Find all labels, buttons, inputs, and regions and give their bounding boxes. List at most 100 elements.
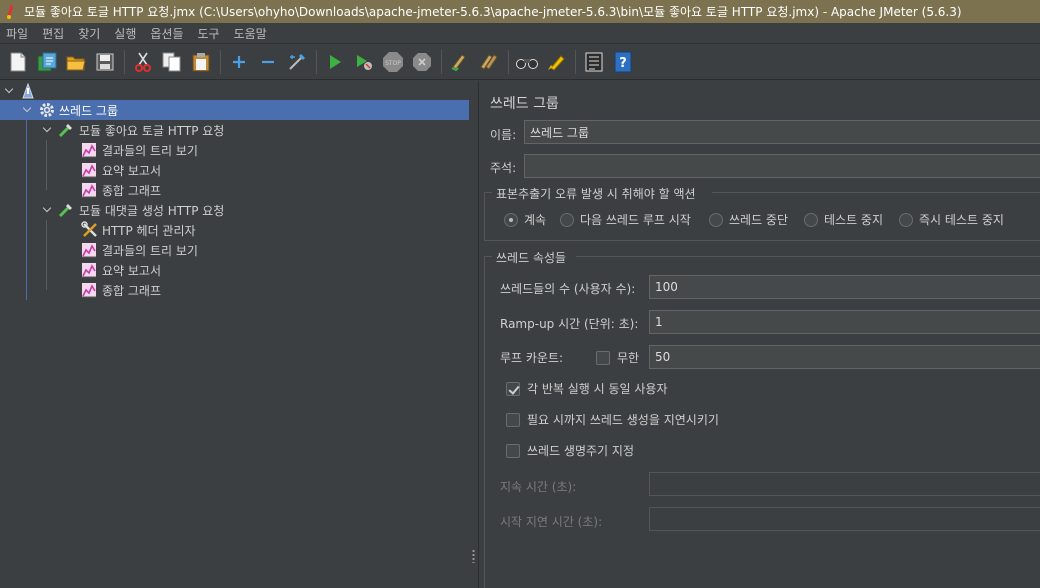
new-icon[interactable] bbox=[6, 50, 29, 73]
duration-field[interactable] bbox=[649, 472, 1040, 496]
checkbox-indicator[interactable] bbox=[506, 381, 520, 396]
stop-icon[interactable]: STOP bbox=[381, 50, 404, 73]
tree-node-label: 요약 보고서 bbox=[102, 163, 162, 178]
graph-listener-icon bbox=[81, 162, 97, 178]
delay-thread-creation-checkbox[interactable]: 필요 시까지 쓰레드 생성을 지연시키기 bbox=[506, 411, 719, 428]
menu-tools[interactable]: 도구 bbox=[196, 25, 228, 42]
section-border bbox=[484, 240, 1040, 241]
paste-icon[interactable] bbox=[189, 50, 212, 73]
radio-label: 계속 bbox=[524, 213, 547, 227]
thread-count-field[interactable]: 100 bbox=[649, 275, 1040, 299]
graph-listener-icon bbox=[81, 182, 97, 198]
expand-icon[interactable] bbox=[227, 50, 250, 73]
open-icon[interactable] bbox=[64, 50, 87, 73]
tree-node-header-manager[interactable]: HTTP 헤더 관리자 bbox=[81, 220, 196, 240]
radio-indicator[interactable] bbox=[504, 212, 518, 227]
infinite-checkbox[interactable]: 무한 bbox=[596, 349, 639, 366]
toggle-icon[interactable] bbox=[285, 50, 308, 73]
radio-indicator[interactable] bbox=[899, 212, 913, 227]
tree-guide-line bbox=[26, 120, 27, 300]
tree-node-listener[interactable]: 결과들의 트리 보기 bbox=[81, 140, 198, 160]
reset-search-icon[interactable] bbox=[544, 50, 567, 73]
shutdown-icon[interactable] bbox=[410, 50, 433, 73]
pipette-icon bbox=[58, 202, 74, 218]
radio-indicator[interactable] bbox=[709, 212, 723, 227]
window-titlebar: 모듈 좋아요 토글 HTTP 요청.jmx (C:\Users\ohyho\Do… bbox=[0, 0, 1040, 23]
menu-help[interactable]: 도움말 bbox=[232, 25, 275, 42]
radio-stop-test-now[interactable]: 즉시 테스트 중지 bbox=[899, 211, 1004, 228]
chevron-down-icon[interactable] bbox=[22, 105, 32, 115]
chevron-down-icon[interactable] bbox=[42, 205, 52, 215]
checkbox-indicator[interactable] bbox=[506, 412, 520, 427]
templates-icon[interactable] bbox=[35, 50, 58, 73]
thread-count-label: 쓰레드들의 수 (사용자 수): bbox=[500, 282, 636, 296]
tree-node-http-sampler[interactable]: 모듈 대댓글 생성 HTTP 요청 bbox=[42, 200, 224, 220]
menu-search[interactable]: 찾기 bbox=[76, 25, 108, 42]
radio-continue[interactable]: 계속 bbox=[504, 211, 546, 228]
clear-icon[interactable] bbox=[448, 50, 471, 73]
tree-node-label: 쓰레드 그룹 bbox=[59, 103, 119, 118]
tree-node-thread-group[interactable]: 쓰레드 그룹 bbox=[0, 100, 469, 120]
tree-node-http-sampler[interactable]: 모듈 좋아요 토글 HTTP 요청 bbox=[42, 120, 224, 140]
tree-node-listener[interactable]: 종합 그래프 bbox=[81, 280, 161, 300]
tree-node-label: 결과들의 트리 보기 bbox=[102, 243, 198, 258]
cut-icon[interactable] bbox=[131, 50, 154, 73]
tree-node-label: 종합 그래프 bbox=[102, 283, 162, 298]
tree-node-listener[interactable]: 결과들의 트리 보기 bbox=[81, 240, 198, 260]
tree-node-listener[interactable]: 종합 그래프 bbox=[81, 180, 161, 200]
radio-indicator[interactable] bbox=[804, 212, 818, 227]
checkbox-label: 필요 시까지 쓰레드 생성을 지연시키기 bbox=[527, 413, 719, 427]
thread-group-panel: 쓰레드 그룹 이름: 쓰레드 그룹 주석: 표본추출기 오류 발생 시 취해야 … bbox=[480, 81, 1040, 588]
menu-run[interactable]: 실행 bbox=[112, 25, 144, 42]
menu-file[interactable]: 파일 bbox=[4, 25, 36, 42]
function-helper-icon[interactable] bbox=[582, 50, 605, 73]
jmeter-feather-icon bbox=[6, 5, 16, 19]
split-pane-divider[interactable] bbox=[469, 81, 479, 588]
menu-bar: 파일 편집 찾기 실행 옵션들 도구 도움말 bbox=[0, 23, 1040, 44]
menu-options[interactable]: 옵션들 bbox=[148, 25, 191, 42]
tree-guide-line bbox=[46, 220, 47, 290]
name-field[interactable]: 쓰레드 그룹 bbox=[524, 120, 1040, 144]
radio-stop-test[interactable]: 테스트 중지 bbox=[804, 211, 883, 228]
test-plan-tree: 쓰레드 그룹 모듈 좋아요 토글 HTTP 요청 결과들의 트리 보기 요약 보… bbox=[0, 81, 469, 588]
startup-delay-field[interactable] bbox=[649, 507, 1040, 531]
toolbar-separator bbox=[575, 49, 576, 74]
checkbox-indicator[interactable] bbox=[506, 443, 520, 458]
drag-handle-icon[interactable] bbox=[472, 549, 475, 563]
clear-all-icon[interactable] bbox=[477, 50, 500, 73]
copy-icon[interactable] bbox=[160, 50, 183, 73]
rampup-field[interactable]: 1 bbox=[649, 310, 1040, 334]
tree-node-test-plan[interactable] bbox=[4, 81, 41, 101]
tree-node-label: 종합 그래프 bbox=[102, 183, 162, 198]
main-toolbar: STOP ? bbox=[0, 44, 1040, 80]
graph-listener-icon bbox=[81, 142, 97, 158]
tree-guide-line bbox=[46, 140, 47, 190]
checkbox-indicator[interactable] bbox=[596, 350, 610, 365]
start-no-pause-icon[interactable] bbox=[352, 50, 375, 73]
save-icon[interactable] bbox=[93, 50, 116, 73]
menu-edit[interactable]: 편집 bbox=[40, 25, 72, 42]
search-icon[interactable] bbox=[515, 50, 538, 73]
gear-icon bbox=[38, 102, 54, 118]
start-icon[interactable] bbox=[323, 50, 346, 73]
collapse-icon[interactable] bbox=[256, 50, 279, 73]
comment-field[interactable] bbox=[524, 154, 1040, 178]
name-label: 이름: bbox=[490, 128, 517, 142]
section-border bbox=[484, 192, 492, 193]
chevron-down-icon[interactable] bbox=[42, 125, 52, 135]
radio-indicator[interactable] bbox=[560, 212, 574, 227]
radio-stop-thread[interactable]: 쓰레드 중단 bbox=[709, 211, 788, 228]
tree-node-listener[interactable]: 요약 보고서 bbox=[81, 160, 161, 180]
toolbar-separator bbox=[441, 49, 442, 74]
toolbar-separator bbox=[316, 49, 317, 74]
same-user-checkbox[interactable]: 각 반복 실행 시 동일 사용자 bbox=[506, 380, 668, 397]
radio-start-next-loop[interactable]: 다음 쓰레드 루프 시작 bbox=[560, 211, 691, 228]
radio-label: 즉시 테스트 중지 bbox=[919, 213, 1004, 227]
tree-node-listener[interactable]: 요약 보고서 bbox=[81, 260, 161, 280]
thread-lifetime-checkbox[interactable]: 쓰레드 생명주기 지정 bbox=[506, 442, 634, 459]
tree-node-label: 요약 보고서 bbox=[102, 263, 162, 278]
chevron-down-icon[interactable] bbox=[4, 86, 14, 96]
section-border bbox=[712, 192, 1040, 193]
help-icon[interactable]: ? bbox=[611, 50, 634, 73]
loop-count-field[interactable]: 50 bbox=[649, 345, 1040, 369]
